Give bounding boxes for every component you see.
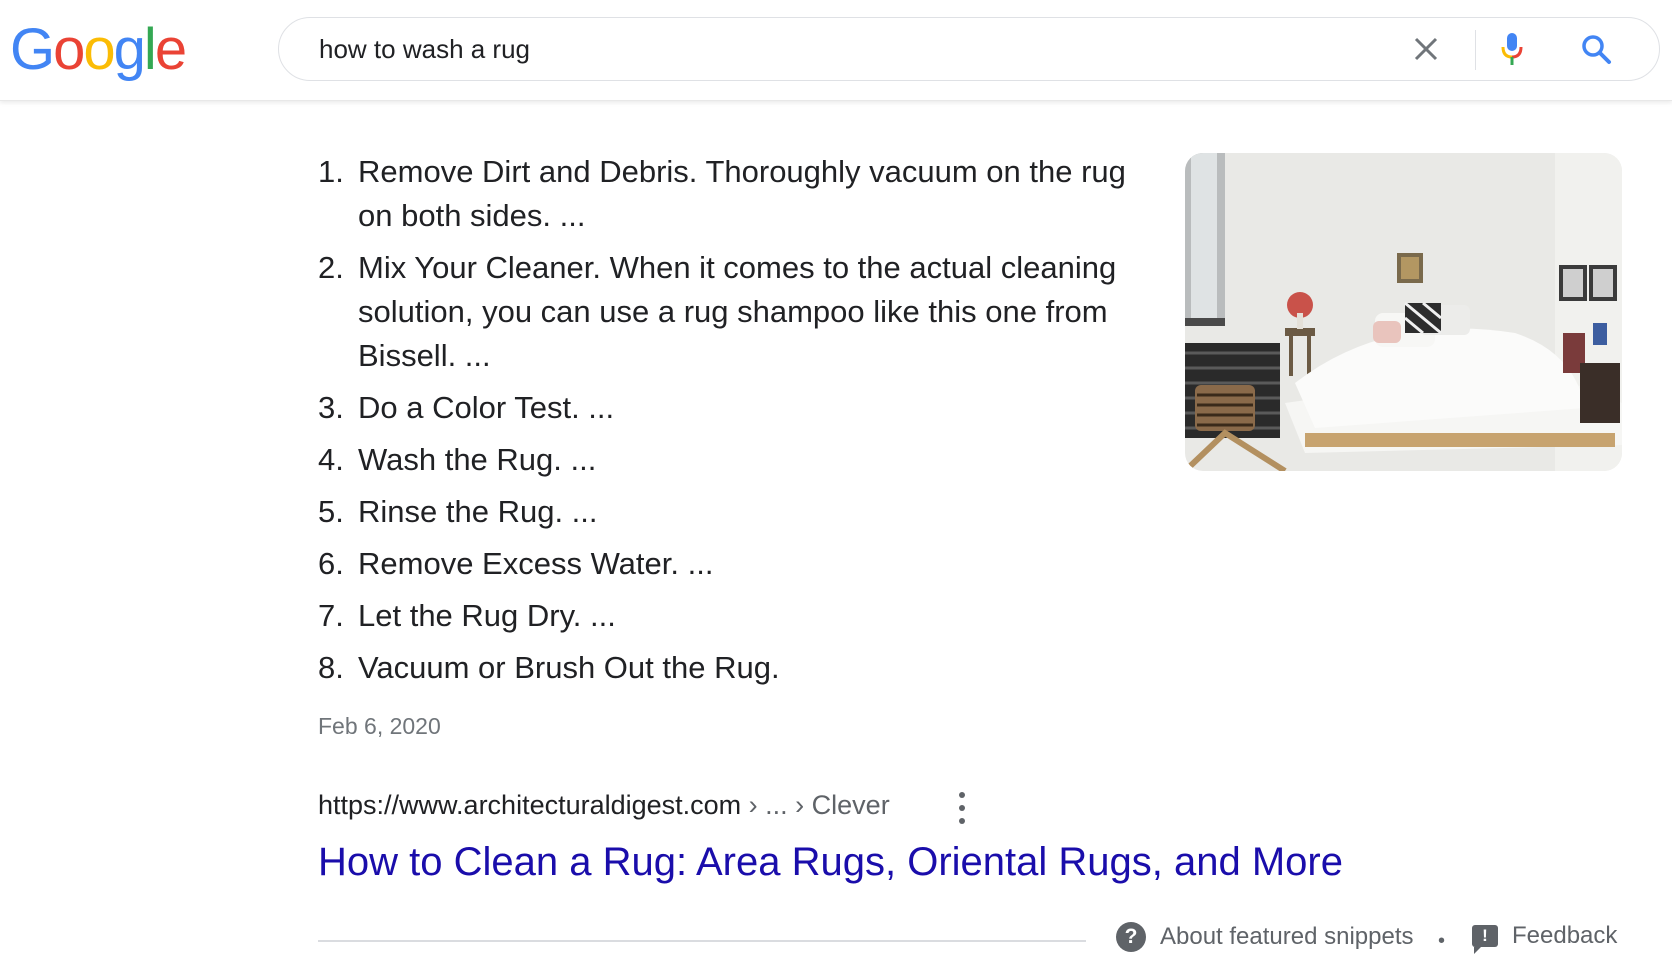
step-number: 2.	[318, 250, 344, 285]
step-text: Remove Excess Water. ...	[358, 546, 714, 581]
search-icon	[1582, 35, 1611, 64]
clear-search-button[interactable]	[1409, 32, 1443, 66]
logo-letter: e	[154, 17, 187, 82]
close-icon	[1414, 37, 1438, 61]
voice-search-button[interactable]	[1495, 32, 1529, 66]
step-number: 7.	[318, 598, 344, 633]
step-number: 8.	[318, 650, 344, 685]
step-text: Rinse the Rug. ...	[358, 494, 598, 529]
snippet-thumbnail-image[interactable]	[1185, 153, 1622, 471]
snippet-date: Feb 6, 2020	[318, 713, 441, 739]
result-citation: https://www.architecturaldigest.com › ..…	[318, 790, 890, 821]
logo-letter: g	[113, 17, 146, 82]
search-button[interactable]	[1579, 32, 1613, 66]
logo-letter: o	[53, 17, 85, 82]
step-text: Vacuum or Brush Out the Rug.	[358, 650, 780, 685]
result-breadcrumb: › ... › Clever	[741, 790, 890, 820]
logo-letter: o	[83, 17, 115, 82]
step-text: Do a Color Test. ...	[358, 390, 615, 425]
feedback-link[interactable]: ! Feedback	[1472, 922, 1618, 954]
feedback-icon: !	[1472, 925, 1498, 954]
step-number: 3.	[318, 390, 344, 425]
about-featured-snippets-link[interactable]: ? About featured snippets	[1116, 922, 1414, 952]
footer-separator: •	[1438, 930, 1446, 952]
search-input[interactable]	[319, 18, 1319, 80]
featured-snippet-steps: 1. Remove Dirt and Debris. Thoroughly vac…	[318, 150, 1158, 698]
list-item: 5. Rinse the Rug. ...	[318, 490, 1158, 534]
list-item: 6. Remove Excess Water. ...	[318, 542, 1158, 586]
help-icon: ?	[1116, 922, 1146, 952]
dot	[959, 805, 965, 811]
list-item: 7. Let the Rug Dry. ...	[318, 594, 1158, 638]
list-item: 1. Remove Dirt and Debris. Thoroughly vac…	[318, 150, 1158, 238]
step-number: 1.	[318, 154, 344, 189]
list-item: 8. Vacuum or Brush Out the Rug.	[318, 646, 1158, 690]
list-item: 3. Do a Color Test. ...	[318, 386, 1158, 430]
about-label: About featured snippets	[1160, 923, 1414, 950]
microphone-icon	[1501, 33, 1523, 65]
list-item: 4. Wash the Rug. ...	[318, 438, 1158, 482]
feedback-label: Feedback	[1512, 922, 1618, 949]
logo-letter: l	[143, 17, 157, 82]
step-text: Remove Dirt and Debris. Thoroughly vacuu…	[358, 154, 1126, 233]
step-text: Mix Your Cleaner. When it comes to the a…	[358, 250, 1117, 373]
dot	[959, 792, 965, 798]
search-header: Google	[0, 0, 1672, 101]
search-divider	[1475, 30, 1476, 70]
search-box	[278, 17, 1660, 81]
bedroom-photo	[1185, 153, 1622, 471]
google-logo[interactable]: Google	[10, 14, 187, 86]
step-text: Wash the Rug. ...	[358, 442, 597, 477]
step-text: Let the Rug Dry. ...	[358, 598, 616, 633]
list-item: 2. Mix Your Cleaner. When it comes to the…	[318, 246, 1158, 378]
logo-letter: G	[10, 17, 55, 82]
snippet-divider	[318, 940, 1086, 942]
result-title-link[interactable]: How to Clean a Rug: Area Rugs, Oriental …	[318, 840, 1343, 885]
step-number: 5.	[318, 494, 344, 529]
more-options-button[interactable]	[950, 792, 974, 824]
step-number: 6.	[318, 546, 344, 581]
dot	[959, 818, 965, 824]
step-number: 4.	[318, 442, 344, 477]
result-url: https://www.architecturaldigest.com	[318, 790, 742, 820]
